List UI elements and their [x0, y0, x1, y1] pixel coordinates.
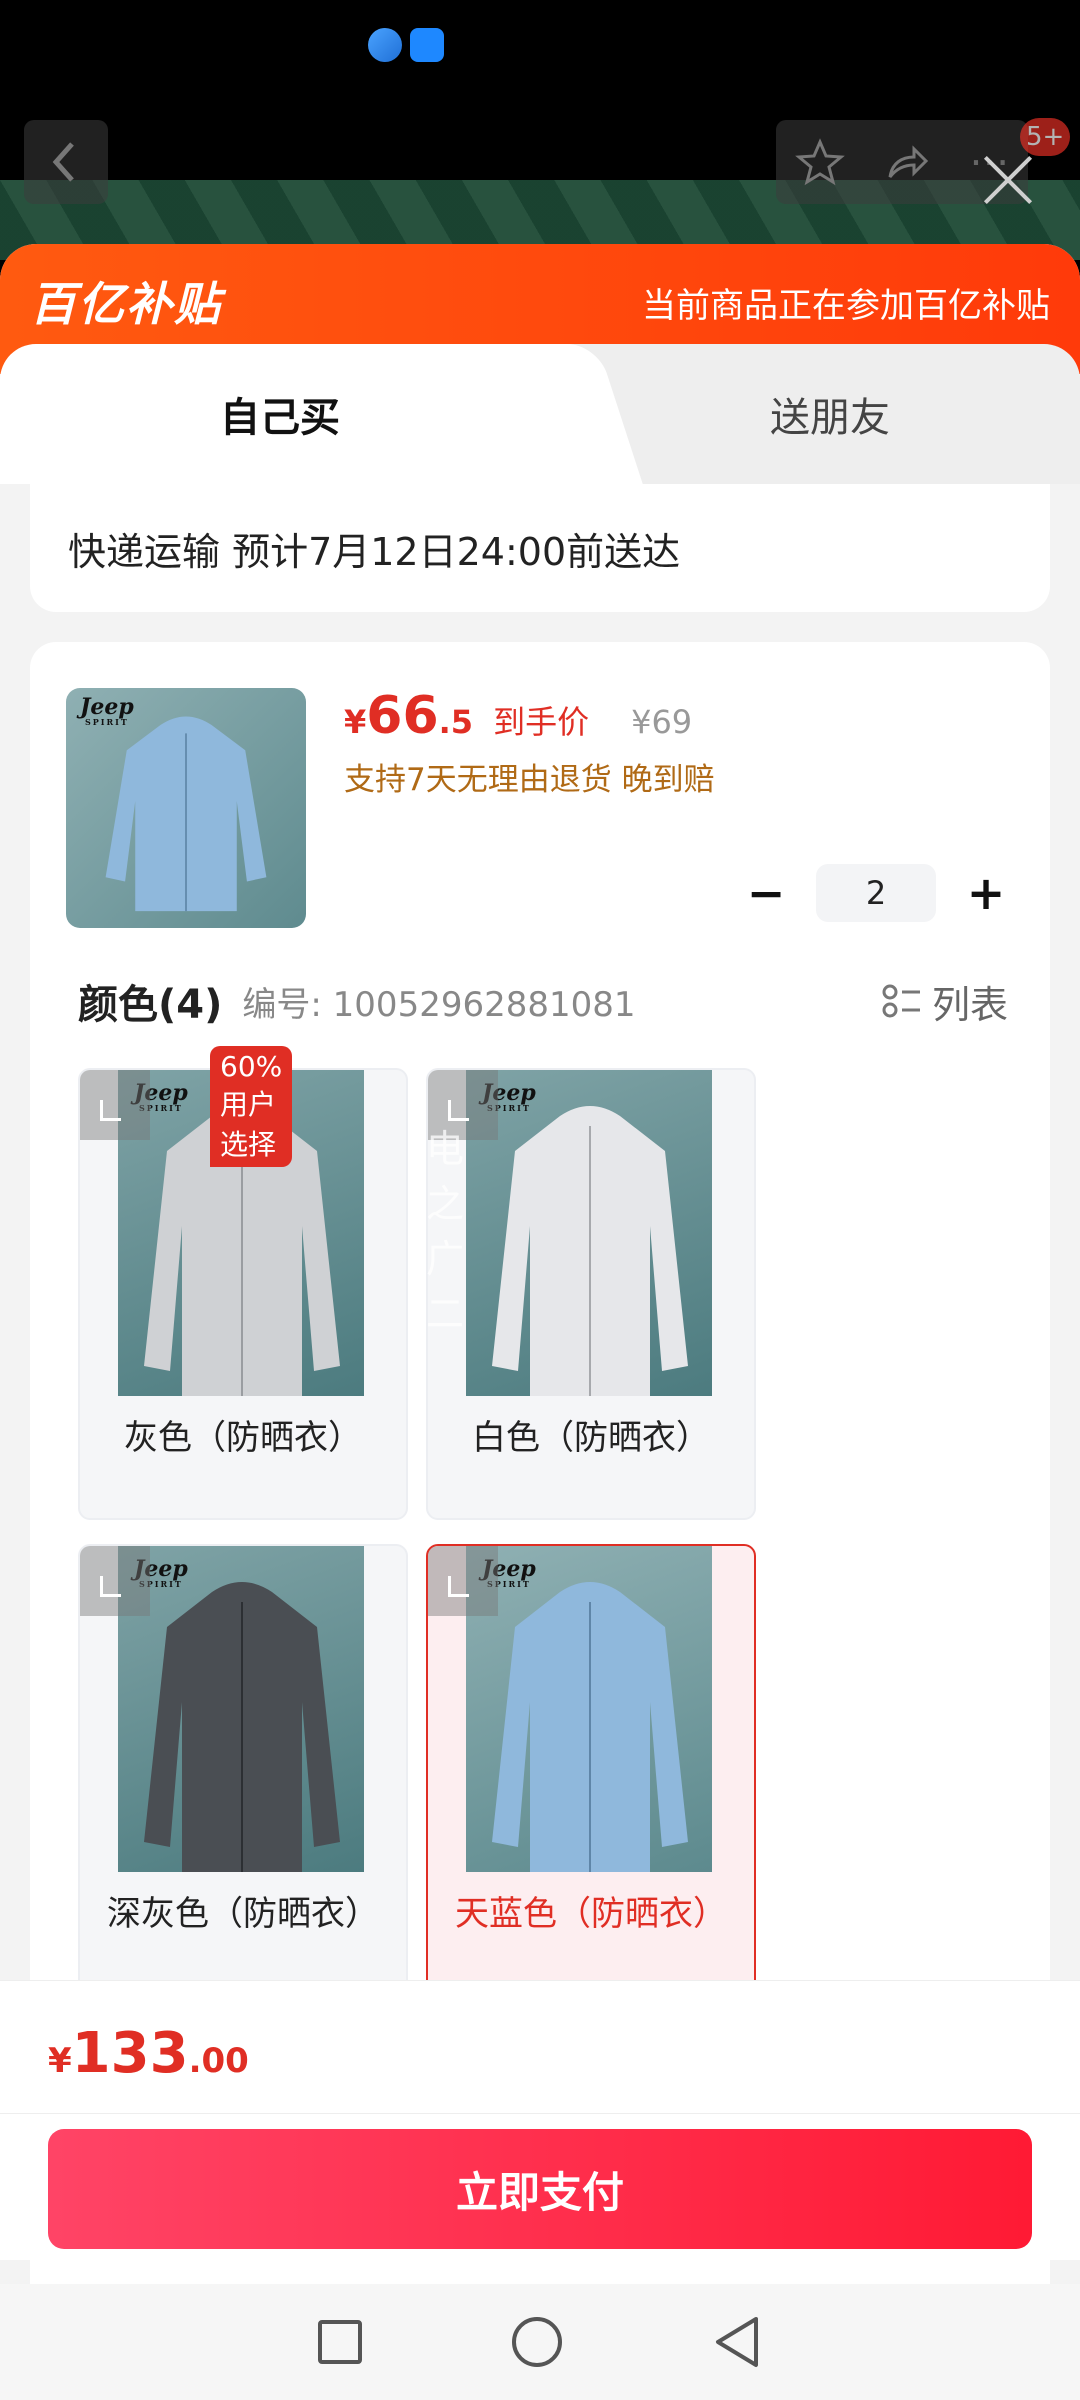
color-option-dark-gray[interactable]: Jeep SPIRIT 深灰色（防晒衣）: [78, 1544, 408, 1996]
service-guarantee: 支持7天无理由退货 晚到赔: [344, 762, 715, 798]
price-decimal: .5: [438, 703, 474, 741]
jacket-image: [492, 1582, 688, 1872]
price-integer: 66: [366, 686, 439, 746]
notification-badge: 5+: [1020, 118, 1071, 156]
option-label: 深灰色（防晒衣）: [107, 1894, 379, 1934]
option-image: Jeep SPIRIT: [466, 1546, 712, 1872]
price-symbol: ¥: [344, 703, 367, 741]
status-icons: [368, 28, 444, 62]
popular-badge: 60%用户选择: [210, 1046, 293, 1167]
list-view-toggle[interactable]: 列表: [882, 974, 1008, 1029]
product-thumbnail[interactable]: Jeep SPIRIT: [66, 688, 306, 928]
increase-button[interactable]: +: [958, 865, 1014, 921]
pay-now-button[interactable]: 立即支付: [48, 2129, 1032, 2249]
chevron-left-icon: [52, 142, 74, 182]
status-bar: [0, 0, 1080, 110]
subsidy-text: 当前商品正在参加百亿补贴: [642, 286, 1050, 326]
jacket-image: [105, 716, 267, 912]
color-option-white[interactable]: Jeep SPIRIT 白色（防晒衣）: [426, 1068, 756, 1520]
divider: [0, 2113, 1080, 2114]
delivery-text: 快递运输 预计7月12日24:00前送达: [68, 529, 681, 574]
home-icon[interactable]: [512, 2317, 562, 2367]
option-image: Jeep SPIRIT: [466, 1070, 712, 1396]
option-image: Jeep SPIRIT: [118, 1546, 364, 1872]
back-icon[interactable]: [712, 2315, 762, 2369]
product-code: 编号: 10052962881081: [242, 984, 636, 1025]
zoom-icon[interactable]: [80, 1070, 150, 1140]
quantity-stepper: − 2 +: [738, 864, 1014, 922]
background-back-button: [24, 120, 108, 204]
tab-gift-friend-label: 送朋友: [770, 395, 890, 441]
subsidy-logo: 百亿补贴: [30, 277, 222, 331]
decrease-button[interactable]: −: [738, 865, 794, 921]
price-line: ¥ 66 .5 到手价 ¥69: [344, 686, 692, 746]
zoom-icon[interactable]: [80, 1546, 150, 1616]
total-symbol: ¥: [48, 2041, 72, 2081]
watermark-text: 电之广二: [426, 1127, 465, 1336]
final-price-label: 到手价: [493, 703, 590, 741]
option-label: 灰色（防晒衣）: [124, 1418, 362, 1458]
navigation-app-icon: [410, 28, 444, 62]
tab-buy-self-label: 自己买: [220, 395, 340, 441]
list-icon: [882, 984, 920, 1018]
option-label: 天蓝色（防晒衣）: [455, 1894, 727, 1934]
jacket-image: [492, 1106, 688, 1396]
spec-header: 颜色(4) 编号: 10052962881081 列表: [78, 972, 1008, 1030]
total-decimal: .00: [188, 2041, 249, 2081]
tab-buy-self[interactable]: 自己买: [0, 344, 560, 484]
total-price: ¥ 133 .00: [48, 2021, 249, 2086]
total-integer: 133: [71, 2021, 189, 2086]
star-icon: [794, 138, 845, 186]
purchase-tabs: 送朋友 自己买: [0, 344, 1080, 484]
color-option-sky-blue[interactable]: Jeep SPIRIT 天蓝色（防晒衣）: [426, 1544, 756, 1996]
list-label: 列表: [931, 982, 1008, 1027]
close-icon[interactable]: [980, 152, 1036, 208]
spec-title: 颜色(4): [78, 982, 223, 1028]
recent-apps-icon[interactable]: [318, 2320, 362, 2364]
option-label: 白色（防晒衣）: [472, 1418, 710, 1458]
jacket-image: [144, 1582, 340, 1872]
zoom-icon[interactable]: [428, 1546, 498, 1616]
quantity-value[interactable]: 2: [816, 864, 936, 922]
system-nav-bar: [0, 2284, 1080, 2400]
share-icon: [888, 145, 929, 178]
delivery-info: 快递运输 预计7月12日24:00前送达: [30, 484, 1050, 612]
original-price: ¥69: [631, 703, 693, 741]
browser-app-icon: [368, 28, 402, 62]
checkout-footer: ¥ 133 .00 立即支付: [0, 1980, 1080, 2260]
